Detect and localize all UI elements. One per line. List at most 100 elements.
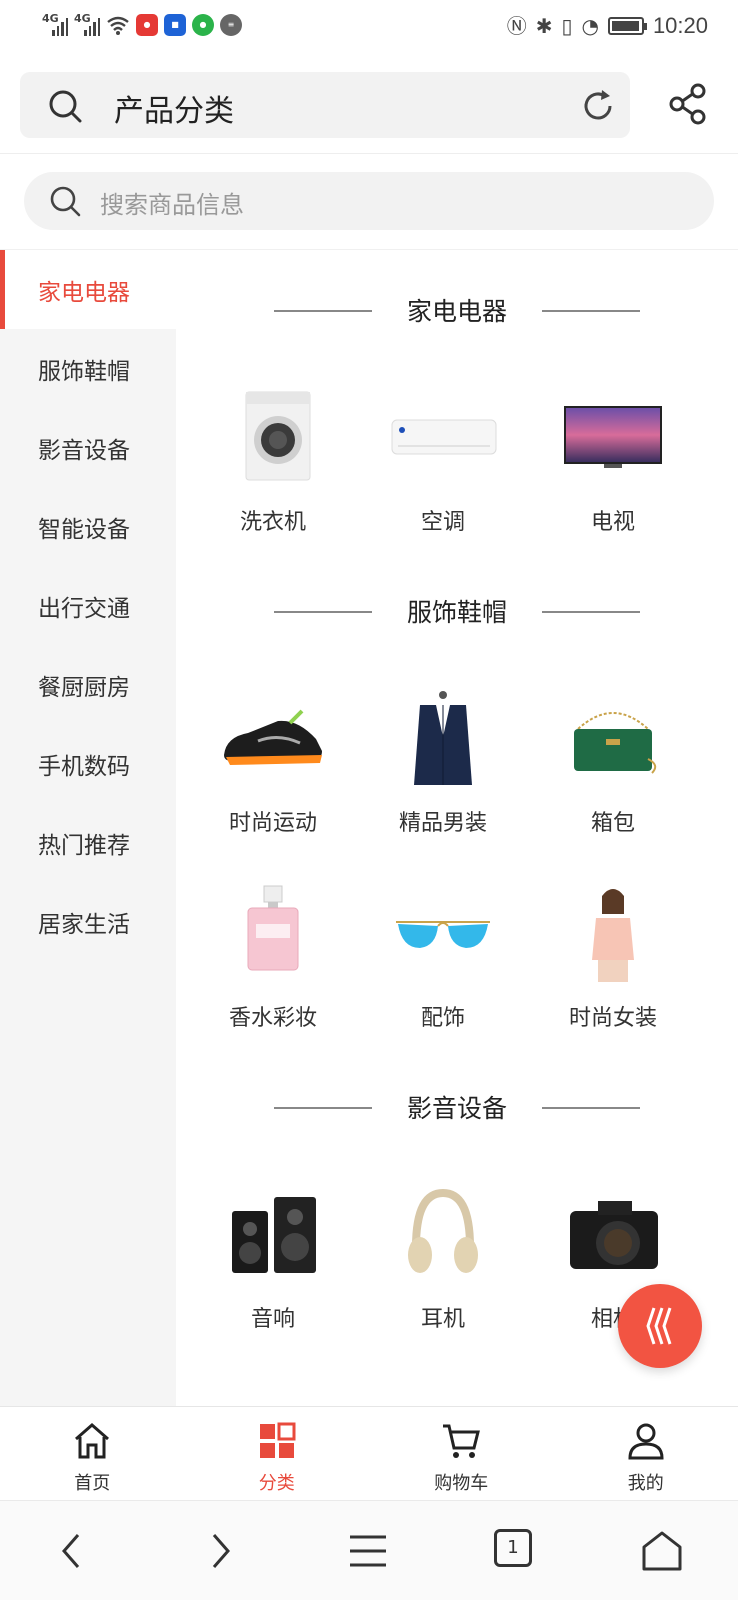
tab-label: 首页 [74, 1473, 111, 1494]
product-item[interactable]: 时尚运动 [188, 689, 358, 837]
sidebar-item-label: 影音设备 [38, 437, 130, 464]
tab-count: 1 [507, 1537, 519, 1558]
womens-fashion-icon [592, 889, 634, 982]
product-item[interactable]: 香水彩妆 [188, 884, 358, 1032]
clock: 10:20 [652, 13, 708, 38]
search-icon [50, 186, 81, 217]
sidebar-item-transport[interactable]: 出行交通 [0, 566, 176, 645]
nfc-icon: Ⓝ [506, 14, 527, 38]
section-title: 服饰鞋帽 [176, 591, 738, 631]
app-notification-icon: ≡ [220, 14, 242, 36]
section-title: 影音设备 [176, 1087, 738, 1127]
status-left: 4G 4G ● ■ ● ≡ [42, 12, 242, 36]
product-item[interactable]: 配饰 [358, 884, 528, 1032]
product-name: 空调 [420, 510, 465, 535]
product-item[interactable]: 电视 [528, 388, 698, 536]
home-icon [75, 1423, 110, 1459]
product-item[interactable]: 精品男装 [358, 689, 528, 837]
bottom-tab-bar: 首页 分类 购物车 我的 [0, 1406, 738, 1500]
category-sidebar: 家电电器 服饰鞋帽 影音设备 智能设备 出行交通 餐厨厨房 手机数码 热门推荐 … [0, 250, 176, 1406]
sidebar-item-label: 居家生活 [38, 911, 130, 938]
sidebar-item-label: 家电电器 [38, 279, 130, 306]
cart-icon [443, 1424, 481, 1458]
sidebar-item-label: 服饰鞋帽 [38, 358, 130, 385]
browser-bar: 产品分类 [0, 56, 738, 154]
air-conditioner-icon [391, 419, 497, 455]
product-name: 香水彩妆 [228, 1006, 317, 1031]
network-type: 4G [74, 12, 91, 25]
section-title-text: 服饰鞋帽 [406, 598, 507, 627]
sidebar-item-audio-video[interactable]: 影音设备 [0, 408, 176, 487]
vibrate-icon: ▯ [561, 14, 573, 38]
product-name: 耳机 [420, 1307, 465, 1332]
status-right: Ⓝ ✱ ▯ ◔ 10:20 [507, 12, 708, 40]
back-icon[interactable] [52, 1529, 96, 1573]
signal-icon: 4G [42, 12, 68, 36]
reload-icon[interactable] [580, 88, 616, 124]
app-notification-icon: ■ [164, 14, 186, 36]
speakers-icon [232, 1197, 316, 1273]
sneaker-icon [224, 709, 322, 765]
chevrons-left-icon [646, 1307, 672, 1345]
tab-label: 分类 [258, 1473, 295, 1494]
tabs-count-button[interactable]: 1 [494, 1529, 532, 1567]
sidebar-item-apparel[interactable]: 服饰鞋帽 [0, 329, 176, 408]
mens-suit-icon [414, 691, 472, 785]
category-content: 家电电器 洗衣机 空调 电视 服饰鞋帽 时尚运动 精品男装 箱包 香水彩妆 配饰… [176, 250, 738, 1406]
television-icon [564, 406, 662, 468]
section-title-text: 家电电器 [406, 297, 507, 326]
tab-label: 购物车 [434, 1473, 489, 1494]
forward-icon[interactable] [198, 1529, 242, 1573]
divider-line [542, 611, 640, 613]
perfume-icon [247, 885, 299, 971]
product-name: 配饰 [420, 1006, 465, 1031]
network-type: 4G [42, 12, 59, 25]
sunglasses-icon [396, 921, 490, 948]
sidebar-item-home-living[interactable]: 居家生活 [0, 882, 176, 961]
search-input[interactable]: 搜索商品信息 [24, 172, 714, 230]
washing-machine-icon [245, 391, 311, 481]
product-name: 音响 [250, 1307, 295, 1332]
tab-cart[interactable]: 购物车 [369, 1407, 554, 1500]
product-item[interactable]: 箱包 [528, 689, 698, 837]
status-bar: 4G 4G ● ■ ● ≡ Ⓝ ✱ ▯ ◔ 10:20 [0, 0, 738, 56]
tab-label: 我的 [627, 1473, 664, 1494]
product-item[interactable]: 空调 [358, 388, 528, 536]
address-bar[interactable]: 产品分类 [20, 72, 630, 138]
share-icon[interactable] [668, 82, 708, 126]
sidebar-item-digital[interactable]: 手机数码 [0, 724, 176, 803]
search-icon [49, 90, 82, 123]
app-notification-icon: ● [192, 14, 214, 36]
divider-line [542, 1107, 640, 1109]
page-title: 产品分类 [114, 94, 234, 129]
speed-icon: ◔ [581, 14, 599, 38]
sidebar-item-label: 餐厨厨房 [38, 674, 130, 701]
product-name: 箱包 [590, 811, 635, 836]
menu-icon[interactable] [346, 1529, 390, 1573]
battery-icon [607, 17, 647, 35]
user-icon [628, 1423, 664, 1460]
search-section: 搜索商品信息 [0, 154, 738, 250]
sidebar-item-label: 热门推荐 [38, 832, 130, 859]
sidebar-item-label: 出行交通 [38, 595, 130, 622]
tab-profile[interactable]: 我的 [554, 1407, 738, 1500]
category-icon [259, 1422, 296, 1458]
section-title-text: 影音设备 [406, 1094, 507, 1123]
product-name: 洗衣机 [239, 510, 306, 535]
app-notification-icon: ● [136, 14, 158, 36]
product-item[interactable]: 时尚女装 [528, 884, 698, 1032]
product-item[interactable]: 洗衣机 [188, 388, 358, 536]
sidebar-item-smart-devices[interactable]: 智能设备 [0, 487, 176, 566]
product-name: 精品男装 [398, 811, 487, 836]
tab-home[interactable]: 首页 [0, 1407, 185, 1500]
product-item[interactable]: 耳机 [358, 1185, 528, 1333]
product-item[interactable]: 音响 [188, 1185, 358, 1333]
sidebar-item-hot[interactable]: 热门推荐 [0, 803, 176, 882]
sidebar-item-kitchen[interactable]: 餐厨厨房 [0, 645, 176, 724]
sidebar-item-label: 智能设备 [38, 516, 130, 543]
tab-category[interactable]: 分类 [185, 1407, 370, 1500]
sidebar-item-appliances[interactable]: 家电电器 [0, 250, 176, 329]
signal-icon: 4G [74, 12, 100, 36]
floating-menu-button[interactable] [618, 1284, 702, 1368]
home-browser-icon[interactable] [640, 1529, 684, 1573]
